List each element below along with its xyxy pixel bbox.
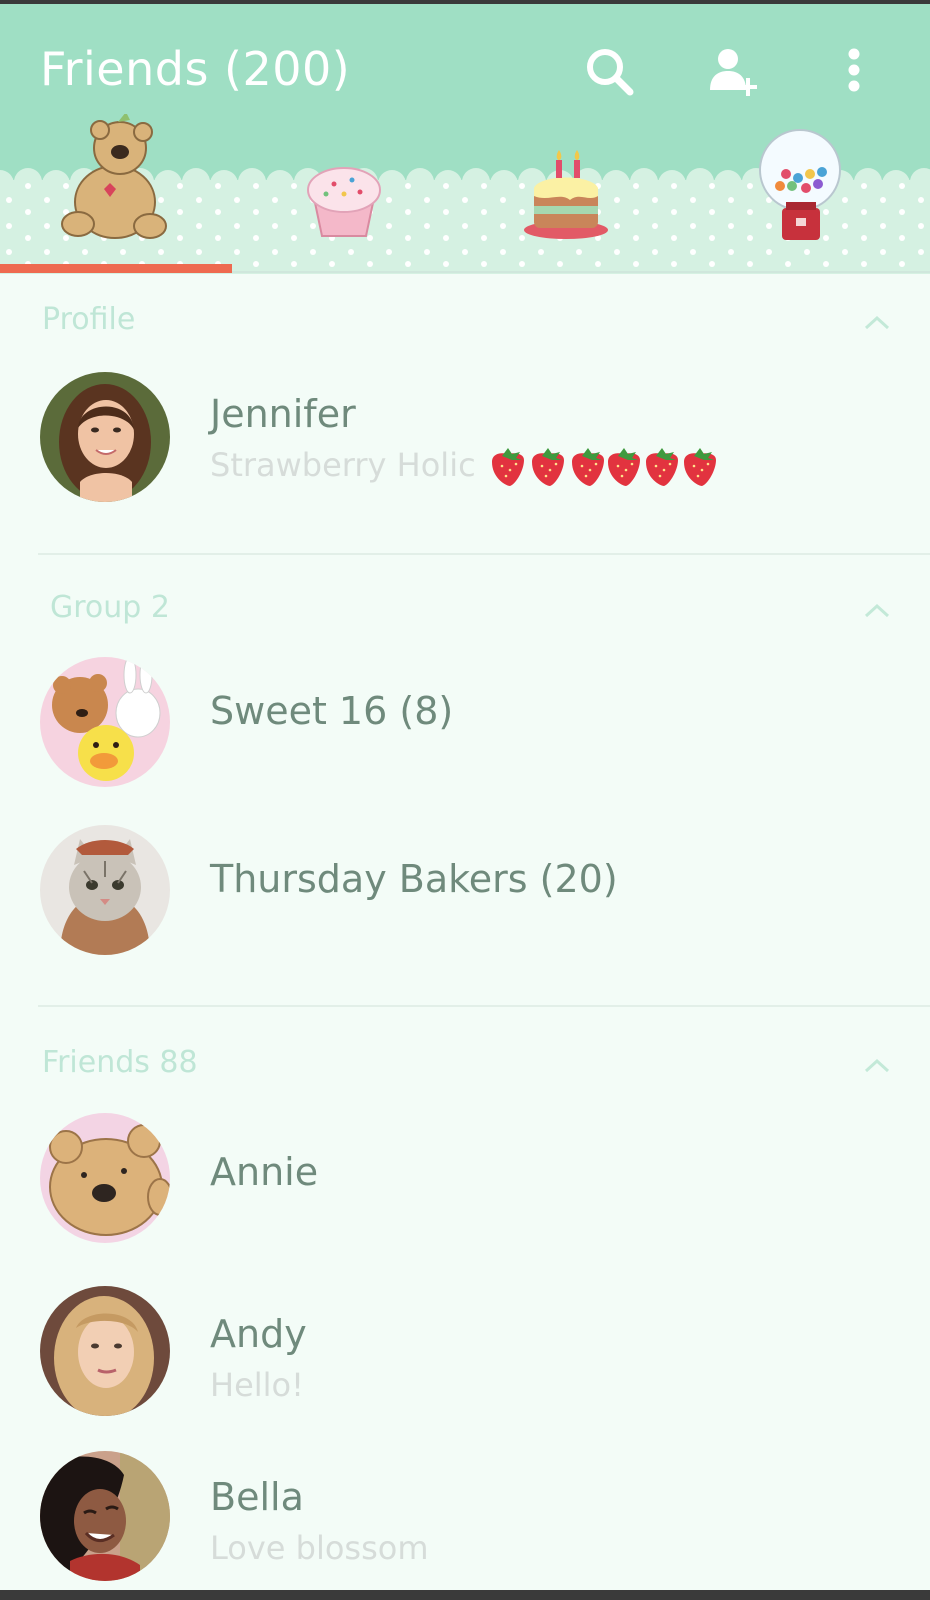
- section-title-friends: Friends 88: [42, 1045, 198, 1080]
- section-title-groups: Group 2: [50, 590, 170, 625]
- strawberry-icon: [572, 448, 604, 486]
- avatar-annie[interactable]: [40, 1113, 170, 1243]
- birthday-cake-tab-icon: [524, 150, 608, 239]
- friend-name: Annie: [210, 1150, 319, 1194]
- section-divider: [38, 1005, 930, 1007]
- strawberry-icon: [532, 448, 564, 486]
- section-title-profile: Profile: [42, 302, 136, 337]
- strawberry-icon: [608, 448, 640, 486]
- avatar-andy[interactable]: [40, 1286, 170, 1416]
- strawberry-emoji-row: [492, 448, 716, 486]
- group-name: Sweet 16 (8): [210, 689, 454, 733]
- strawberry-icon: [492, 448, 524, 486]
- collapse-groups-chevron-icon[interactable]: [862, 600, 892, 620]
- bottom-edge: [0, 1590, 930, 1600]
- strawberry-icon: [646, 448, 678, 486]
- group-row-sweet-16[interactable]: Sweet 16 (8): [0, 655, 930, 805]
- profile-row[interactable]: Jennifer Strawberry Holic: [0, 370, 930, 520]
- friend-row-annie[interactable]: Annie: [0, 1110, 930, 1260]
- friend-status: Love blossom: [210, 1529, 429, 1567]
- avatar-bella[interactable]: [40, 1451, 170, 1581]
- search-icon[interactable]: [582, 44, 638, 100]
- avatar-jennifer[interactable]: [40, 372, 170, 502]
- collapse-friends-chevron-icon[interactable]: [862, 1055, 892, 1075]
- profile-name: Jennifer: [210, 392, 356, 436]
- section-divider: [38, 553, 930, 555]
- group-name: Thursday Bakers (20): [210, 857, 618, 901]
- page-title: Friends (200): [40, 42, 351, 96]
- selected-tab-indicator: [0, 264, 232, 273]
- friend-status: Hello!: [210, 1366, 304, 1404]
- friend-row-andy[interactable]: Andy Hello!: [0, 1280, 930, 1430]
- friend-name: Andy: [210, 1312, 307, 1356]
- sticker-tab-bar: [0, 114, 930, 274]
- avatar-thursday-bakers[interactable]: [40, 825, 170, 955]
- more-vert-icon[interactable]: [834, 44, 874, 100]
- friend-row-bella[interactable]: Bella Love blossom: [0, 1445, 930, 1595]
- add-friend-icon[interactable]: [706, 44, 762, 100]
- friend-name: Bella: [210, 1475, 304, 1519]
- group-row-thursday-bakers[interactable]: Thursday Bakers (20): [0, 825, 930, 975]
- app-header: Friends (200): [0, 4, 930, 114]
- tab-underline: [232, 271, 930, 273]
- profile-status: Strawberry Holic: [210, 446, 476, 484]
- collapse-profile-chevron-icon[interactable]: [862, 312, 892, 332]
- avatar-sweet-16[interactable]: [40, 657, 170, 787]
- strawberry-icon: [684, 448, 716, 486]
